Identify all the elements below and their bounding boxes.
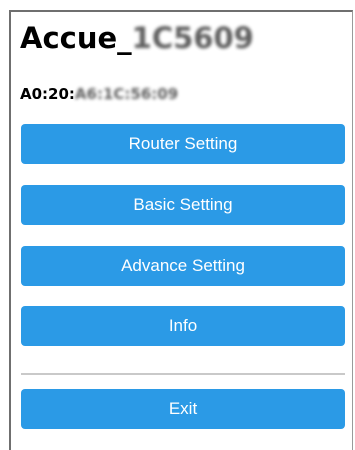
divider [21,373,345,375]
advance-setting-button[interactable]: Advance Setting [21,246,345,286]
exit-button[interactable]: Exit [21,389,345,429]
mac-address-prefix: A0:20: [20,85,75,103]
device-name-prefix: Accue_ [20,21,132,55]
app-frame [9,10,353,450]
basic-setting-button[interactable]: Basic Setting [21,185,345,225]
info-button[interactable]: Info [21,306,345,346]
device-name-title: Accue_ 1C5609 [20,18,254,58]
device-name-suffix-redacted: 1C5609 [131,21,254,55]
router-setting-button[interactable]: Router Setting [21,124,345,164]
mac-address: A0:20: A6:1C:56:09 [20,84,178,104]
mac-address-suffix-redacted: A6:1C:56:09 [74,85,179,103]
